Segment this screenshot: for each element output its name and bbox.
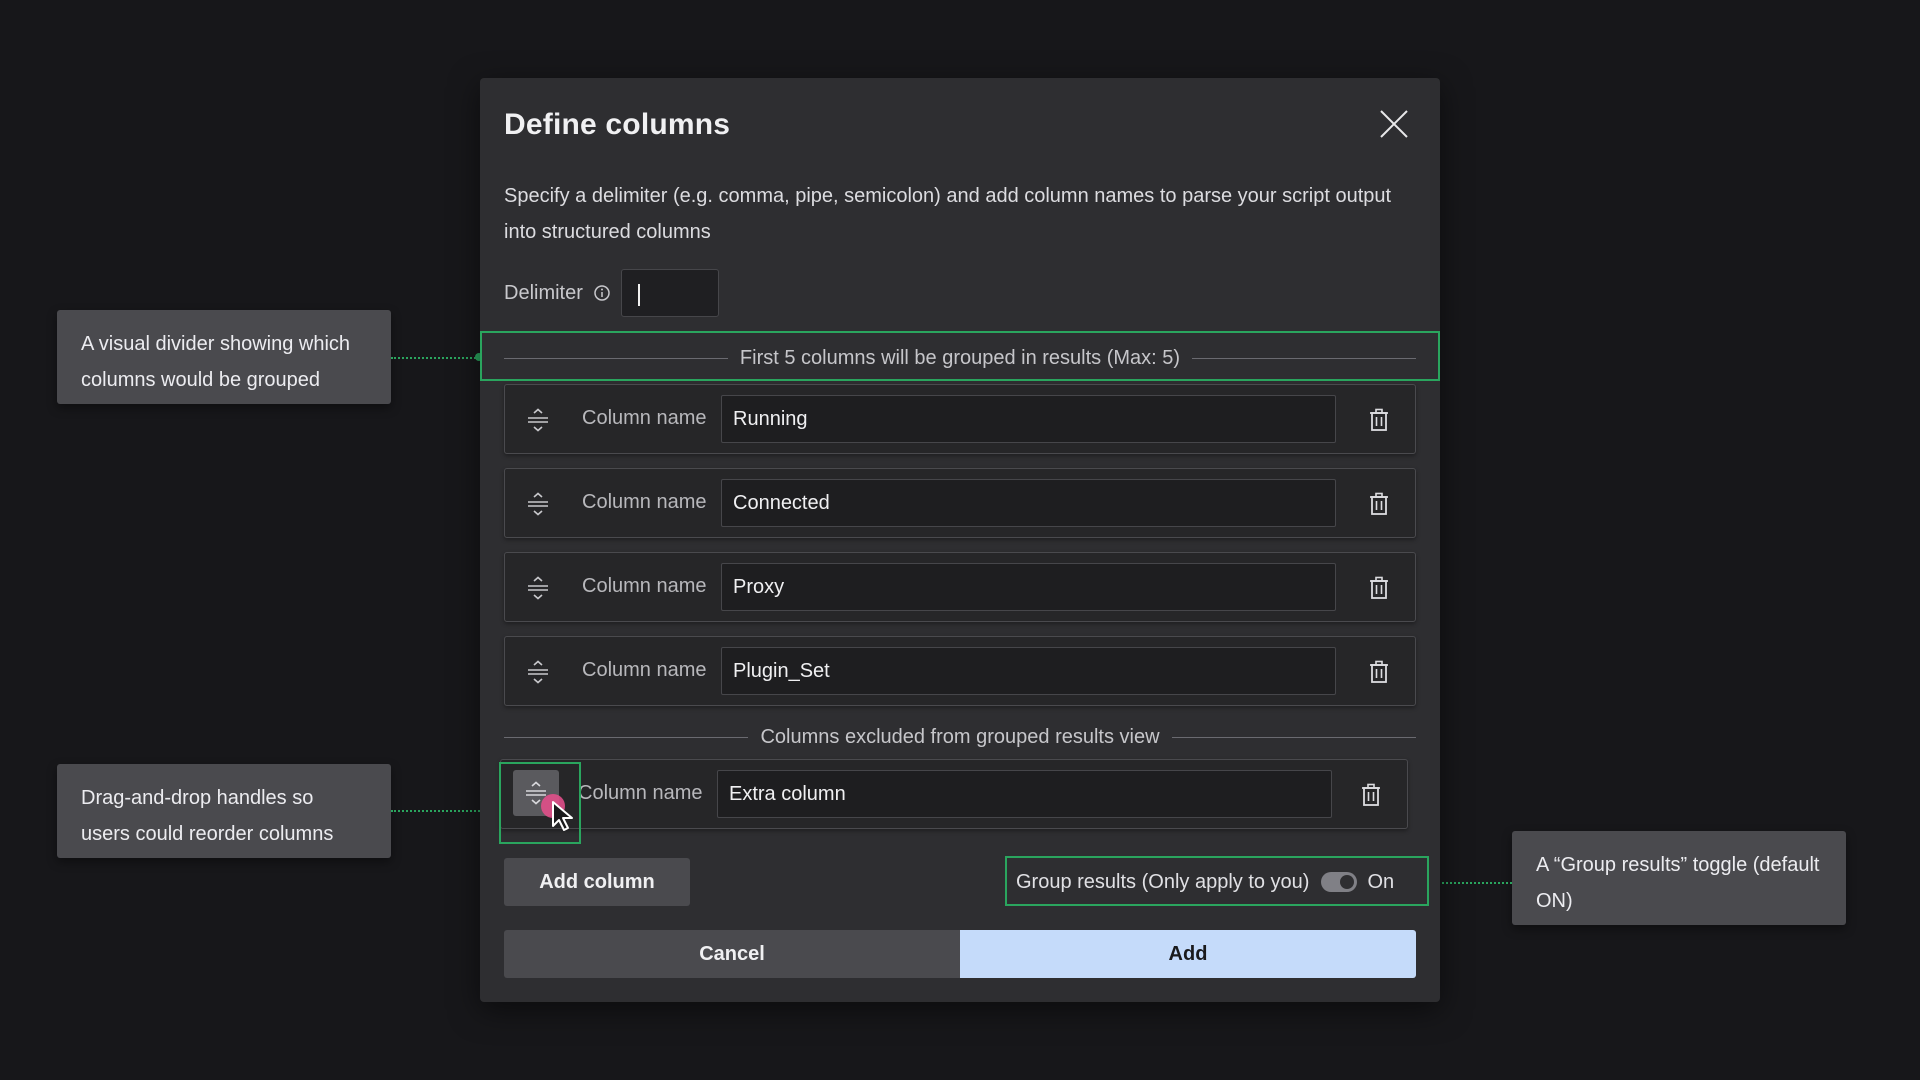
connector-toggle: [1430, 882, 1512, 884]
excluded-divider: Columns excluded from grouped results vi…: [504, 723, 1417, 751]
delimiter-input[interactable]: [620, 269, 719, 317]
delimiter-row: Delimiter: [504, 269, 719, 317]
column-name-label: Column name: [582, 491, 707, 513]
add-column-button[interactable]: Add column: [504, 858, 690, 906]
group-results-label: Group results (Only apply to you): [1016, 870, 1310, 893]
delimiter-label: Delimiter: [504, 281, 583, 304]
grouped-divider-text: First 5 columns will be grouped in resul…: [739, 346, 1181, 369]
drag-handle-icon: [528, 576, 548, 600]
delete-column-button[interactable]: [1365, 405, 1393, 435]
divider-line: [504, 736, 749, 738]
dialog-description: Specify a delimiter (e.g. comma, pipe, s…: [504, 185, 1392, 243]
close-icon: [1380, 110, 1408, 138]
column-name-label: Column name: [582, 659, 707, 681]
delete-column-button[interactable]: [1365, 573, 1393, 603]
annotation-divider-note: A visual divider showing which columns w…: [57, 310, 391, 404]
define-columns-dialog: Define columns Specify a delimiter (e.g.…: [480, 78, 1440, 1002]
column-row: Column name Plugin_Set: [504, 636, 1416, 706]
delete-column-button[interactable]: [1357, 780, 1385, 810]
drag-handle[interactable]: [523, 405, 553, 435]
column-name-input[interactable]: Running: [721, 395, 1336, 443]
drag-handle[interactable]: [523, 573, 553, 603]
grouped-divider: First 5 columns will be grouped in resul…: [504, 344, 1416, 372]
delete-column-button[interactable]: [1365, 657, 1393, 687]
cursor-arrow-icon: [552, 801, 573, 831]
excluded-divider-text: Columns excluded from grouped results vi…: [760, 725, 1160, 748]
drag-handle-icon: [528, 660, 548, 684]
group-results-state: On: [1367, 870, 1395, 893]
annotation-drag-note: Drag-and-drop handles so users could reo…: [57, 764, 391, 858]
close-button[interactable]: [1376, 106, 1412, 142]
column-name-input[interactable]: Connected: [721, 479, 1336, 527]
drag-handle-icon: [528, 492, 548, 516]
trash-icon: [1370, 660, 1388, 683]
divider-line: [1171, 736, 1417, 738]
connector-divider: [391, 357, 479, 359]
drag-handle[interactable]: [523, 657, 553, 687]
delete-column-button[interactable]: [1365, 489, 1393, 519]
info-icon[interactable]: [593, 284, 611, 302]
trash-icon: [1370, 492, 1388, 515]
add-button[interactable]: Add: [960, 930, 1416, 978]
column-name-input[interactable]: Proxy: [721, 563, 1336, 611]
column-name-input[interactable]: Plugin_Set: [721, 647, 1336, 695]
column-row: Column name Running: [504, 384, 1416, 454]
column-name-label: Column name: [582, 407, 707, 429]
column-name-label: Column name: [578, 782, 703, 804]
drag-handle-icon: [528, 408, 548, 432]
trash-icon: [1362, 783, 1380, 806]
group-results-control: Group results (Only apply to you) On: [1016, 858, 1394, 906]
column-name-label: Column name: [582, 575, 707, 597]
annotation-toggle-note: A “Group results” toggle (default ON): [1512, 831, 1846, 925]
divider-line: [1192, 357, 1416, 359]
trash-icon: [1370, 408, 1388, 431]
excluded-column-row: Column name Extra column: [500, 759, 1408, 831]
drag-handle[interactable]: [523, 489, 553, 519]
column-row: Column name Connected: [504, 468, 1416, 538]
cancel-button[interactable]: Cancel: [504, 930, 960, 978]
text-caret: [637, 284, 640, 306]
dialog-title: Define columns: [504, 108, 731, 141]
trash-icon: [1370, 576, 1388, 599]
column-name-input[interactable]: Extra column: [717, 770, 1332, 818]
column-row: Column name Proxy: [504, 552, 1416, 622]
group-results-toggle[interactable]: [1321, 872, 1358, 892]
divider-line: [504, 357, 728, 359]
